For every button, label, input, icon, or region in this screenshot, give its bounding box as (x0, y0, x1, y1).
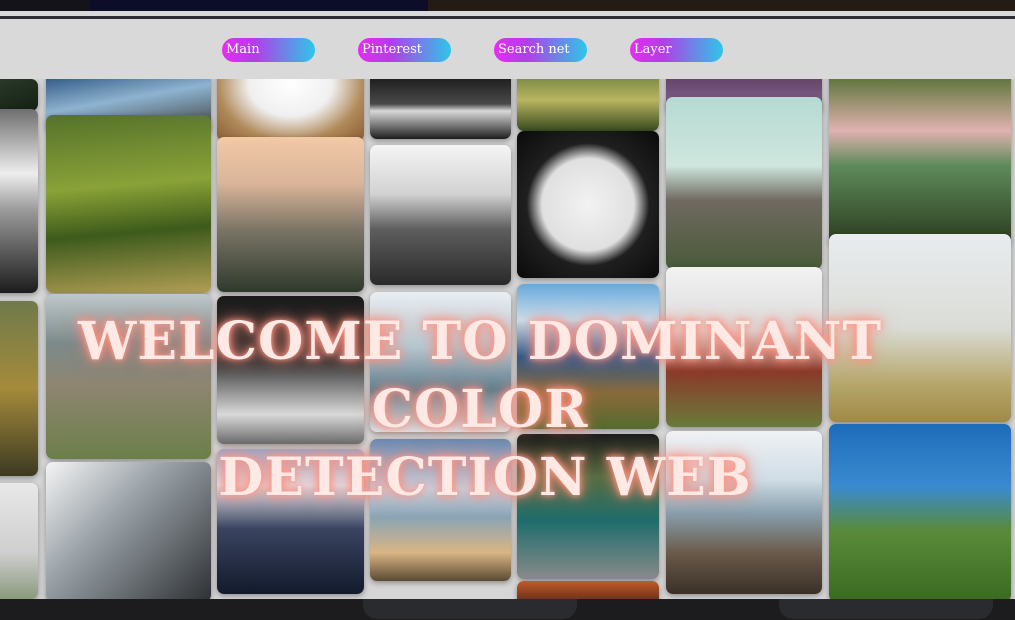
gallery-image[interactable] (0, 109, 38, 293)
gallery-image[interactable] (517, 79, 659, 131)
gallery-image[interactable] (0, 79, 38, 111)
page-title-line-2: DETECTION WEB (218, 447, 752, 508)
top-band-right (428, 0, 1015, 11)
gallery-image[interactable] (46, 115, 211, 293)
nav-bar: Main Pinterest Search net Layer (0, 19, 1015, 79)
gallery-image[interactable] (829, 79, 1011, 245)
nav-search-net-button[interactable]: Search net (494, 38, 587, 62)
gallery-image[interactable] (666, 97, 822, 269)
nav-pinterest-button[interactable]: Pinterest (358, 38, 451, 62)
page-title-line-1: WELCOME TO DOMINANT COLOR (77, 311, 883, 440)
nav-main-button[interactable]: Main (222, 38, 315, 62)
gallery-image[interactable] (370, 79, 511, 139)
gallery-image[interactable] (370, 145, 511, 285)
bottom-tab-left[interactable] (363, 599, 577, 619)
page-title: WELCOME TO DOMINANT COLOR DETECTION WEB (0, 308, 960, 512)
nav-layer-button[interactable]: Layer (630, 38, 723, 62)
top-band-left (90, 0, 428, 11)
top-band (0, 0, 1015, 11)
gallery-image[interactable] (217, 137, 364, 292)
gallery-image[interactable] (517, 581, 659, 599)
gallery-image[interactable] (217, 79, 364, 141)
gallery-image[interactable] (517, 131, 659, 278)
bottom-tab-right[interactable] (779, 599, 993, 619)
